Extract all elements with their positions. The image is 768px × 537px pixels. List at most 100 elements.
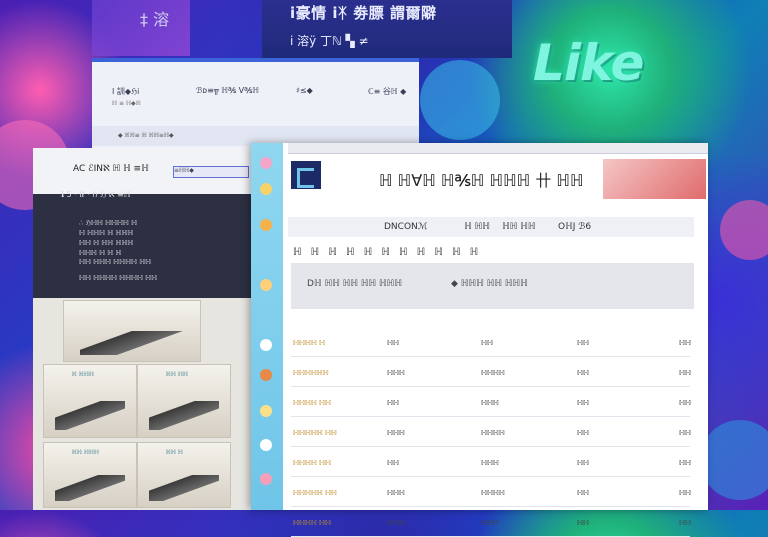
tab-1[interactable]: DNCONℳ xyxy=(384,222,427,232)
table-cell: ℍℍℍ xyxy=(387,429,405,437)
table-cell: ℍℍ xyxy=(577,369,589,377)
data-table: ℍℍℍℍ ℍ ℍℍ ℍℍ ℍℍ ℍℍ ℍℍℍℍℍℍ ℍℍℍ ℍℍℍℍ ℍℍ ℍℍ ℍℍℍℍ ℍℍ ℍℍ… xyxy=(291,327,691,537)
table-cell: ℍℍ xyxy=(679,429,691,437)
table-cell: ℍℍℍℍ xyxy=(481,489,505,497)
table-cell: ℍℍℍℍ ℍℍ xyxy=(293,519,331,527)
table-cell: ℍℍℍℍℍ ℍℍ xyxy=(293,429,337,437)
main-tabs: DNCONℳ ℍ ℍℍ ℍℍ ℍℍ OℍJ ℬ6 xyxy=(288,217,694,237)
banner-subtitle: ⅰ 溶ÿ 丁ℕ ▚ ≠ xyxy=(290,34,369,48)
pin-icon[interactable] xyxy=(260,339,272,351)
table-cell: ℍℍ xyxy=(679,459,691,467)
table-row[interactable]: ℍℍℍℍ ℍℍ ℍℍ ℍℍℍ ℍℍ ℍℍ xyxy=(291,447,691,477)
table-cell: ℍℍ xyxy=(577,519,589,527)
page-title: ℍ ℍ∀ℍ ℍ℁ℍ ℍℍℍ 卄 ℍℍ xyxy=(379,171,584,190)
brand-label[interactable]: Ⅰ 訓◆ℌⅰ xyxy=(112,86,139,97)
middle-window: Ⅰ 訓◆ℌⅰ ℬᴅ≡╦ ℍ℁ Ⅴ℁ℍ ♯≤◆ ℂ≡ 谷ℍ ◆ ℍ ≡ ℍ◆ℍ ◆… xyxy=(92,58,419,154)
dark-window: AC ℰⅠNℵ ℍ ℍ ≡ℍ ≡ℍℍ◆ ℹ 5 · lℓ · ℎ ℌ ℵ ≡ℍ … xyxy=(33,148,253,510)
heart-icon[interactable] xyxy=(260,405,272,417)
nav-item-2[interactable]: ♯≤◆ xyxy=(296,86,313,95)
panel-left-text: Dℍ ℍℍ ℍℍ ℍℍ ℍℍℍ xyxy=(307,279,402,289)
banner-title: ⅰ豪情 ⅰᛡ 劵膘 謂爾隦 xyxy=(290,4,437,22)
ink-painting xyxy=(149,401,219,430)
table-cell: ℍℍℍ xyxy=(387,489,405,497)
ink-painting xyxy=(55,475,125,501)
character-row: ℍ ℍ ℍ ℍ ℍ ℍ ℍ ℍ ℍ ℍ ℍ xyxy=(293,247,482,258)
table-cell: ℍℍℍℍ ℍ xyxy=(293,339,325,347)
gallery-thumb[interactable]: ℍℍ ℍ xyxy=(137,442,231,508)
icon-sidebar xyxy=(251,143,283,510)
table-cell: ℍℍ xyxy=(577,399,589,407)
list-item: ℍℍℍ ℍ ℍ ℍ xyxy=(79,249,122,257)
footer-text: ◆ ℍℍ≡ ℍ ℍℍ≡ℍ◆ xyxy=(118,132,174,139)
table-cell: ℍℍℍ xyxy=(481,459,499,467)
table-row[interactable]: ℍℍℍℍ ℍℍ ℍℍℍ ℍℍℍ ℍℍ ℍℍ xyxy=(291,507,691,537)
table-cell: ℍℍ xyxy=(577,489,589,497)
gallery-thumb[interactable] xyxy=(63,300,201,362)
list-item: ∴ ℌℍℍ ℍℍℍℍ ℍ xyxy=(79,219,138,227)
background-swirl xyxy=(700,420,768,500)
window-topbar xyxy=(288,143,708,154)
tab-3[interactable]: ℍℍ ℍℍ xyxy=(502,222,535,232)
table-cell: ℍℍℍℍ xyxy=(481,369,505,377)
table-cell: ℍℍ xyxy=(577,459,589,467)
nav-item-3[interactable]: ℂ≡ 谷ℍ ◆ xyxy=(368,86,406,97)
table-cell: ℍℍℍℍℍℍ xyxy=(293,369,329,377)
image-gallery: ℍ ℍℍℍ ℍℍ ℍℍ ℍℍ ℍℍℍ ℍℍ ℍ xyxy=(33,298,253,510)
table-cell: ℍℍℍ xyxy=(481,519,499,527)
ink-painting xyxy=(55,401,125,430)
background-swirl xyxy=(420,60,500,140)
main-window: ℍ ℍ∀ℍ ℍ℁ℍ ℍℍℍ 卄 ℍℍ DNCONℳ ℍ ℍℍ ℍℍ ℍℍ OℍJ… xyxy=(251,143,708,537)
flag-icon[interactable] xyxy=(260,473,272,485)
thumb-label: ℍℍ ℍ xyxy=(165,449,183,456)
thumb-label: ℍℍ ℍℍ xyxy=(165,371,188,378)
table-row[interactable]: ℍℍℍℍℍ ℍℍ ℍℍℍ ℍℍℍℍ ℍℍ ℍℍ xyxy=(291,417,691,447)
table-cell: ℍℍ xyxy=(387,459,399,467)
gallery-thumb[interactable]: ℍ ℍℍℍ xyxy=(43,364,137,438)
star-icon[interactable] xyxy=(260,219,272,231)
chat-icon[interactable] xyxy=(260,439,272,451)
list-item: ℍℍ ℍ ℍℍ ℍℍℍ xyxy=(79,239,134,247)
table-cell: ℍℍℍℍ xyxy=(481,429,505,437)
ink-painting xyxy=(80,331,184,355)
filter-panel: Dℍ ℍℍ ℍℍ ℍℍ ℍℍℍ ◆ ℍℍℍ ℍℍ ℍℍℍ xyxy=(291,263,694,309)
table-cell: ℍℍ xyxy=(679,399,691,407)
table-row[interactable]: ℍℍℍℍ ℍ ℍℍ ℍℍ ℍℍ ℍℍ xyxy=(291,327,691,357)
table-cell: ℍℍ xyxy=(679,519,691,527)
table-row[interactable]: ℍℍℍℍ ℍℍ ℍℍ ℍℍℍ ℍℍ ℍℍ xyxy=(291,387,691,417)
table-cell: ℍℍ xyxy=(387,339,399,347)
thumb-label: ℍ ℍℍℍ xyxy=(71,371,94,378)
table-cell: ℍℍ xyxy=(387,399,399,407)
middle-window-navbar: Ⅰ 訓◆ℌⅰ ℬᴅ≡╦ ℍ℁ Ⅴ℁ℍ ♯≤◆ ℂ≡ 谷ℍ ◆ xyxy=(92,76,419,104)
nav-item-1[interactable]: ℬᴅ≡╦ ℍ℁ Ⅴ℁ℍ xyxy=(196,86,259,95)
gallery-thumb[interactable]: ℍℍ ℍℍ xyxy=(137,364,231,438)
gallery-thumb[interactable]: ℍℍ ℍℍℍ xyxy=(43,442,137,508)
table-cell: ℍℍ xyxy=(679,339,691,347)
app-logo-icon xyxy=(291,161,321,189)
panel-right-text[interactable]: ◆ ℍℍℍ ℍℍ ℍℍℍ xyxy=(451,279,528,289)
sun-icon[interactable] xyxy=(260,183,272,195)
table-cell: ℍℍℍ xyxy=(387,519,405,527)
thumbnail-glyph: ‡ 溶 xyxy=(140,10,170,29)
background-swirl xyxy=(720,200,768,260)
brand-subtitle: ℍ ≡ ℍ◆ℍ xyxy=(112,100,141,107)
table-cell: ℍℍℍ xyxy=(481,399,499,407)
thumb-label: ℍℍ ℍℍℍ xyxy=(71,449,99,456)
table-cell: ℍℍ xyxy=(679,369,691,377)
table-row[interactable]: ℍℍℍℍℍℍ ℍℍℍ ℍℍℍℍ ℍℍ ℍℍ xyxy=(291,357,691,387)
flower-icon[interactable] xyxy=(260,157,272,169)
table-cell: ℍℍ xyxy=(679,489,691,497)
bell-icon[interactable] xyxy=(260,279,272,291)
list-item: ℍ ℍℍℍ ℍ ℍℍℍ xyxy=(79,229,134,237)
header-banner: ⅰ豪情 ⅰᛡ 劵膘 謂爾隦 ⅰ 溶ÿ 丁ℕ ▚ ≠ xyxy=(262,0,512,58)
promo-banner[interactable] xyxy=(603,159,706,199)
tab-2[interactable]: ℍ ℍℍ xyxy=(464,222,490,232)
table-cell: ℍℍℍ xyxy=(387,369,405,377)
top-left-thumbnail: ‡ 溶 xyxy=(92,0,190,56)
search-input[interactable]: ≡ℍℍ◆ xyxy=(173,166,249,178)
tab-4[interactable]: OℍJ ℬ6 xyxy=(558,222,591,232)
dark-window-title: AC ℰⅠNℵ ℍ ℍ ≡ℍ xyxy=(73,164,149,174)
tag-icon[interactable] xyxy=(260,369,272,381)
dark-window-foot-2: ℍℍ ℍℍℍℍ ℍℍℍℍ ℍℍ xyxy=(79,274,158,282)
table-row[interactable]: ℍℍℍℍℍ ℍℍ ℍℍℍ ℍℍℍℍ ℍℍ ℍℍ xyxy=(291,477,691,507)
dark-window-list: ∴ ℌℍℍ ℍℍℍℍ ℍ ℍ ℍℍℍ ℍ ℍℍℍ ℍℍ ℍ ℍℍ ℍℍℍ ℍℍℍ… xyxy=(79,218,137,258)
